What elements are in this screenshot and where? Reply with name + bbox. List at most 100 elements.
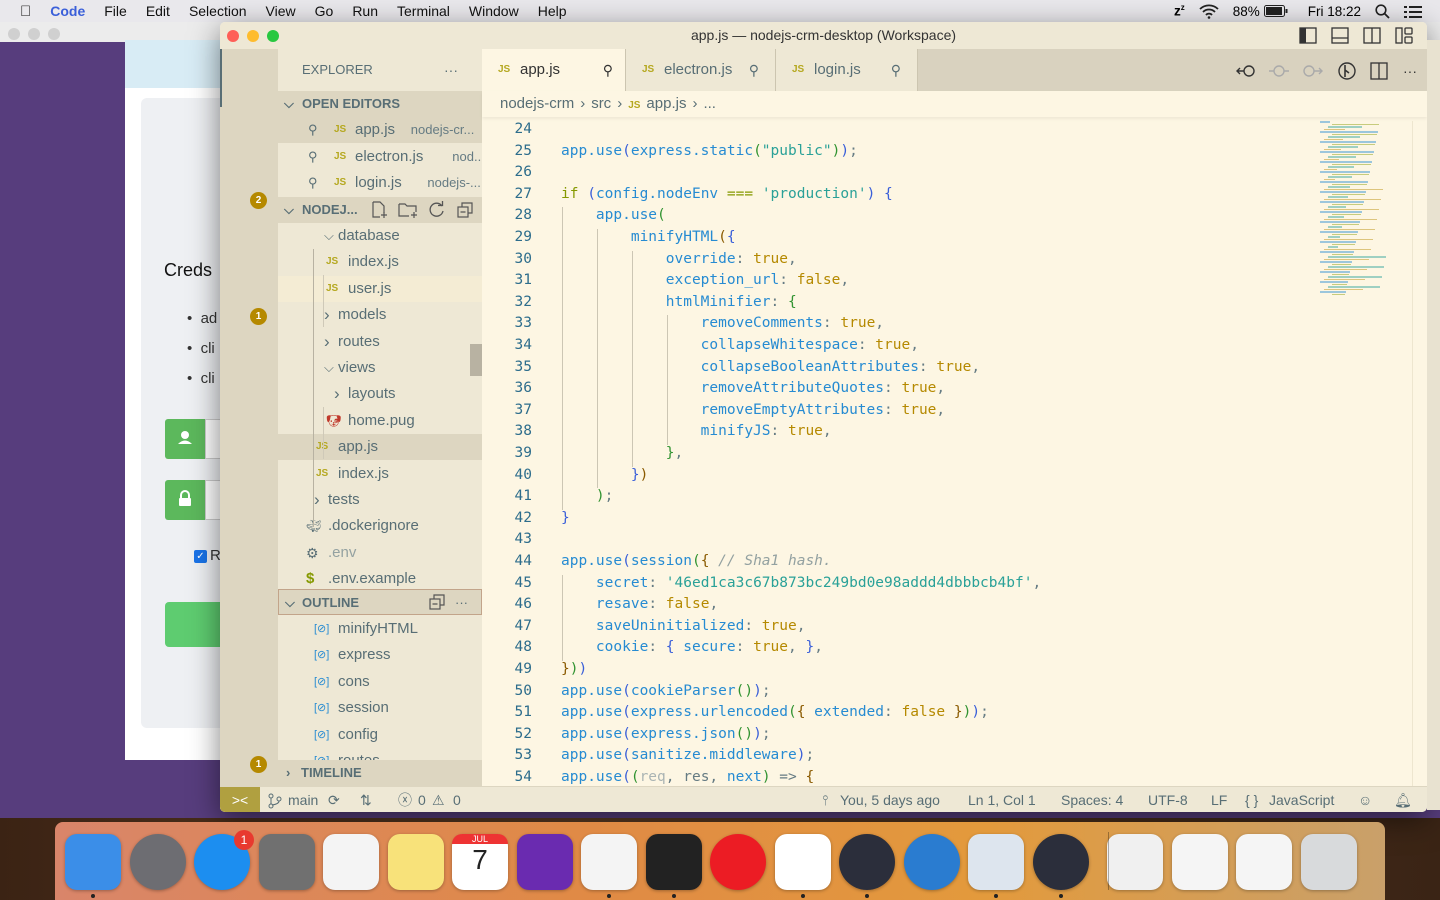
end-of-line[interactable]: LF: [1211, 787, 1227, 812]
menu-app-name[interactable]: Code: [50, 3, 85, 19]
code-line[interactable]: minifyJS: true,: [561, 423, 832, 439]
previous-change-icon[interactable]: [1269, 62, 1289, 80]
git-graph-icon[interactable]: [1337, 61, 1357, 81]
menu-terminal[interactable]: Terminal: [397, 3, 450, 19]
activity-git-graph[interactable]: [234, 349, 264, 379]
code-line[interactable]: }): [561, 467, 648, 483]
close-window-button[interactable]: [227, 30, 239, 42]
dock-finder[interactable]: [65, 834, 121, 890]
dock-reminders[interactable]: [323, 834, 379, 890]
tree-item-js[interactable]: JS index.js: [278, 249, 482, 275]
new-file-icon[interactable]: [370, 201, 388, 219]
dock-vscode[interactable]: [774, 834, 831, 890]
dock-electron-2[interactable]: [1032, 834, 1089, 890]
code-line[interactable]: app.use(express.urlencoded({ extended: f…: [561, 704, 989, 720]
code-line[interactable]: app.use(sanitize.middleware);: [561, 747, 814, 763]
activity-files[interactable]: [234, 59, 264, 89]
outline-item[interactable]: [⊘] config: [278, 722, 482, 748]
feedback-icon[interactable]: ☺: [1358, 787, 1372, 812]
tree-item-js[interactable]: JSapp.js: [278, 434, 482, 461]
sleep-icon[interactable]: zz: [1174, 3, 1185, 19]
wifi-icon[interactable]: [1199, 4, 1219, 19]
minimize-window-button[interactable]: [247, 30, 259, 42]
encoding[interactable]: UTF-8: [1148, 787, 1188, 812]
bg-zoom-button[interactable]: [48, 28, 60, 40]
code-line[interactable]: collapseWhitespace: true,: [561, 337, 919, 353]
dock-preview-window[interactable]: [1236, 834, 1292, 890]
code-editor[interactable]: 24 25 app.use(express.static("public")); 26…: [482, 121, 1312, 786]
bg-minimize-button[interactable]: [28, 28, 40, 40]
activity-source-control[interactable]: 2: [234, 175, 267, 209]
code-line[interactable]: app.use(express.json());: [561, 726, 771, 742]
code-line[interactable]: },: [561, 445, 683, 461]
menu-help[interactable]: Help: [538, 3, 567, 19]
indentation[interactable]: Spaces: 4: [1061, 787, 1123, 812]
code-line[interactable]: exception_url: false,: [561, 272, 849, 288]
editor-scrollbar[interactable]: [1412, 121, 1427, 786]
dock-electron[interactable]: [839, 834, 895, 890]
activity-settings-gear[interactable]: 1: [234, 739, 267, 773]
code-line[interactable]: app.use((req, res, next) => {: [561, 769, 814, 785]
code-line[interactable]: cookie: { secure: true, },: [561, 639, 823, 655]
menu-edit[interactable]: Edit: [146, 3, 170, 19]
collapse-all-icon[interactable]: [429, 594, 445, 610]
new-folder-icon[interactable]: [398, 201, 418, 219]
tree-item-docker[interactable]: 🐳︎.dockerignore: [278, 513, 482, 539]
code-line[interactable]: app.use(express.static("public"));: [561, 143, 858, 159]
bg-close-button[interactable]: [8, 28, 20, 40]
code-line[interactable]: app.use(session({ // Sha1 hash.: [561, 553, 832, 569]
activity-search[interactable]: [234, 116, 264, 146]
customize-layout-icon[interactable]: [1395, 27, 1413, 44]
toggle-secondary-sidebar-icon[interactable]: [1363, 27, 1381, 44]
dock-music-folder[interactable]: [1107, 834, 1163, 890]
outline-item[interactable]: [⊘] session: [278, 695, 482, 721]
open-editor-item[interactable]: ⚲ JS login.js nodejs-...: [278, 170, 482, 196]
tree-item-folder[interactable]: ⌵ views: [278, 355, 482, 381]
warning-count[interactable]: 0: [453, 787, 461, 812]
breadcrumb-item[interactable]: app.js: [646, 95, 686, 112]
dock-launchpad[interactable]: [129, 834, 186, 890]
menu-run[interactable]: Run: [352, 3, 378, 19]
go-forward-icon[interactable]: [1302, 62, 1324, 80]
code-line[interactable]: removeEmptyAttributes: true,: [561, 402, 945, 418]
code-line[interactable]: secret: '46ed1ca3c67b873bc249bd0e98addd4…: [561, 575, 1041, 591]
code-line[interactable]: minifyHTML({: [561, 229, 736, 245]
menu-window[interactable]: Window: [469, 3, 519, 19]
warning-icon[interactable]: ⚠: [432, 787, 445, 812]
dock-system-info[interactable]: [968, 834, 1024, 890]
cursor-position[interactable]: Ln 1, Col 1: [968, 787, 1036, 812]
battery-icon[interactable]: [1263, 5, 1288, 17]
error-count[interactable]: 0: [418, 787, 426, 812]
pin-icon[interactable]: ⚲: [749, 49, 759, 91]
folder-section-header[interactable]: ⌵ NODEJ...: [278, 197, 482, 223]
menu-view[interactable]: View: [266, 3, 296, 19]
pin-icon[interactable]: ⚲: [308, 117, 318, 143]
menu-file[interactable]: File: [104, 3, 127, 19]
editor-more-button[interactable]: ···: [1403, 63, 1417, 79]
errors-icon[interactable]: ⓧ: [398, 787, 412, 812]
code-line[interactable]: );: [561, 488, 613, 504]
code-line[interactable]: resave: false,: [561, 596, 718, 612]
notifications-bell-icon[interactable]: 🔔︎: [1394, 787, 1412, 812]
outline-item[interactable]: [⊘] minifyHTML: [278, 616, 482, 642]
outline-item[interactable]: [⊘] express: [278, 642, 482, 668]
open-editors-header[interactable]: ⌵ OPEN EDITORS: [278, 91, 482, 117]
activity-lightning[interactable]: [234, 465, 264, 495]
tree-item-folder[interactable]: › routes: [278, 329, 482, 355]
menu-selection[interactable]: Selection: [189, 3, 247, 19]
go-back-icon[interactable]: [1236, 62, 1256, 80]
menu-go[interactable]: Go: [315, 3, 334, 19]
split-editor-icon[interactable]: [1370, 62, 1390, 80]
dock-trash[interactable]: [1300, 834, 1357, 890]
tree-item-pug[interactable]: 🐶︎ home.pug: [278, 408, 482, 434]
pin-icon[interactable]: ⚲: [308, 144, 318, 170]
sidebar-scrollbar-thumb[interactable]: [470, 344, 482, 376]
pin-icon[interactable]: ⚲: [308, 170, 318, 196]
tree-item-js[interactable]: JS user.js: [278, 275, 482, 302]
breadcrumb-item[interactable]: ...: [703, 95, 716, 112]
code-line[interactable]: app.use(cookieParser());: [561, 683, 771, 699]
code-line[interactable]: removeAttributeQuotes: true,: [561, 380, 945, 396]
control-center-icon[interactable]: [1404, 5, 1422, 18]
timeline-header[interactable]: › TIMELINE: [278, 760, 482, 786]
dock-notes[interactable]: [387, 834, 444, 890]
